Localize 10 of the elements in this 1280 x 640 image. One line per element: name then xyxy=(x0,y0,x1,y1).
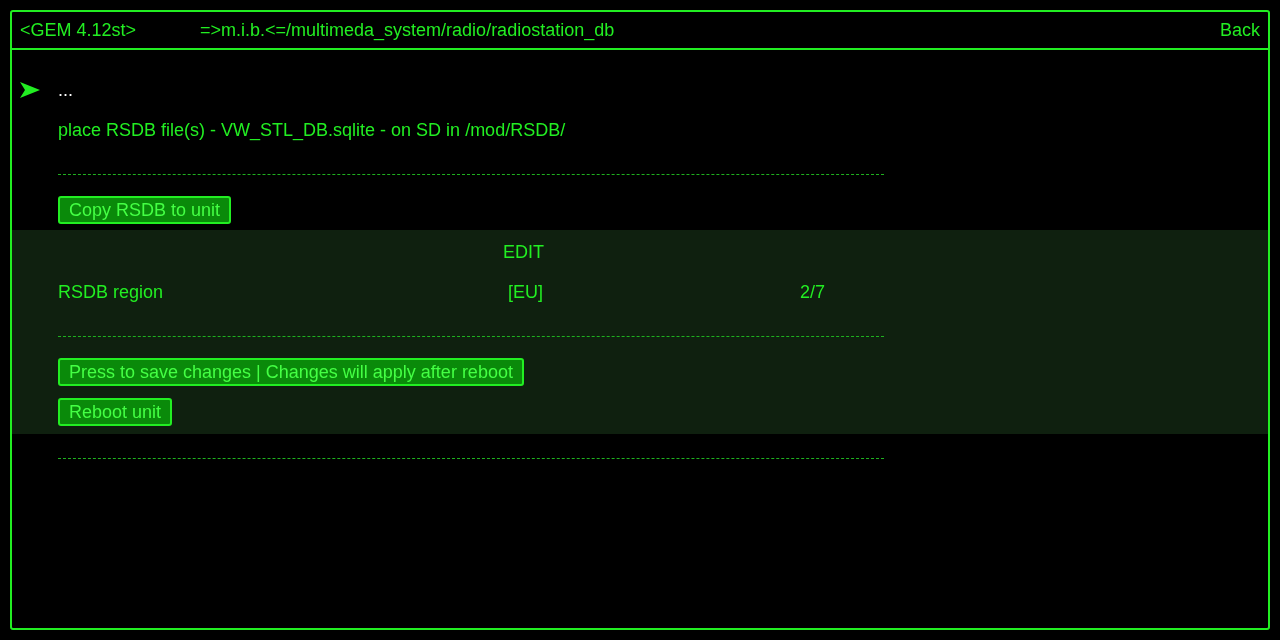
parent-entry[interactable]: ... xyxy=(58,76,73,104)
setting-index: 2/7 xyxy=(800,280,826,304)
section-heading: EDIT xyxy=(503,240,544,264)
path-label: =>m.i.b.<=/multimeda_system/radio/radiostation_db xyxy=(200,18,616,43)
cursor-arrow-icon xyxy=(20,81,40,99)
version-label: <GEM 4.12st> xyxy=(20,18,138,42)
info-text: place RSDB file(s) - VW_STL_DB.sqlite - on SD in /mod/RSDB/ xyxy=(58,118,566,143)
back-link[interactable]: Back xyxy=(1219,16,1260,44)
setting-value[interactable]: [EU] xyxy=(508,278,800,306)
setting-label[interactable]: RSDB region xyxy=(58,278,508,306)
